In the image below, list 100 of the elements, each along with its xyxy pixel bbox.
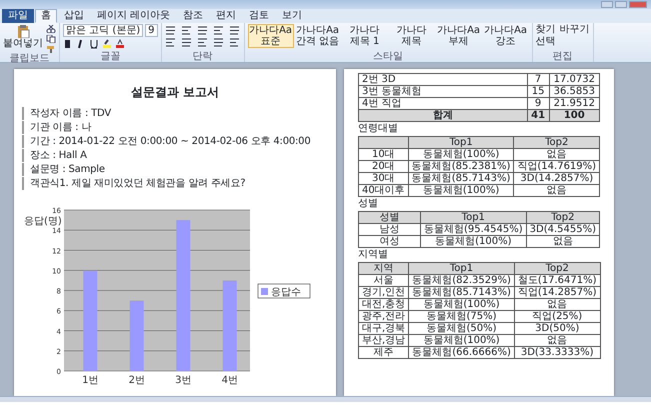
style-option[interactable]: 가나다 제목 bbox=[388, 24, 435, 48]
table-cell: 여성 bbox=[358, 236, 420, 248]
table-cell: 3D(33.3333%) bbox=[514, 346, 600, 358]
column-header: 지역 bbox=[358, 262, 409, 274]
table-cell: 동물체험(50%) bbox=[408, 322, 514, 334]
column-header: Top2 bbox=[514, 136, 600, 148]
editing-button[interactable]: 찾기 bbox=[536, 24, 556, 35]
table-cell: 3D(50%) bbox=[514, 322, 600, 334]
table-cell: 10대 bbox=[358, 148, 408, 160]
ribbon-tab[interactable]: 페이지 레이아웃 bbox=[91, 9, 176, 23]
table-cell: 없음 bbox=[526, 236, 600, 248]
column-header: 성별 bbox=[358, 212, 420, 224]
column-header: 합계 bbox=[358, 110, 528, 122]
table-cell: 동물체험(85.7143%) bbox=[408, 286, 514, 298]
table-cell: 대전,충청 bbox=[358, 298, 409, 310]
editing-button[interactable]: 바꾸기 bbox=[560, 24, 590, 35]
legend-label: 응답수 bbox=[271, 287, 301, 298]
table-cell: 없음 bbox=[514, 334, 600, 346]
category-label: 4번 bbox=[222, 375, 238, 386]
table-cell: 20대 bbox=[358, 160, 408, 172]
table-cell: 3D(14.2857%) bbox=[514, 172, 600, 184]
bullet-line: 기간 : 2014-01-22 오전 0:00:00 ~ 2014-02-06 오후 4:00:00 bbox=[22, 135, 311, 148]
column-header: 100 bbox=[549, 110, 600, 122]
justify-icon[interactable] bbox=[212, 38, 224, 47]
group-label: 단락 bbox=[192, 51, 214, 62]
copy-icon[interactable] bbox=[46, 35, 56, 43]
legend: 응답수 bbox=[258, 284, 310, 298]
category-label: 2번 bbox=[128, 375, 145, 386]
table-cell: 30대 bbox=[358, 172, 408, 184]
table-cell: 서울 bbox=[358, 274, 409, 286]
bullet-line: 설문명 : Sample bbox=[22, 163, 105, 176]
ribbon-tab[interactable]: 검토 bbox=[243, 9, 276, 23]
section-label: 성별 bbox=[358, 198, 379, 210]
table-cell: 17.0732 bbox=[549, 74, 600, 86]
table-cell: 3번 동물체험 bbox=[358, 86, 528, 98]
section-label: 연령대별 bbox=[358, 123, 399, 135]
table-cell: 동물체험(85.7143%) bbox=[408, 172, 514, 184]
table-cell: 동물체험(82.3529%) bbox=[408, 274, 514, 286]
section-label: 지역별 bbox=[358, 249, 389, 261]
table-cell: 15 bbox=[527, 86, 550, 98]
highlight-icon[interactable] bbox=[102, 39, 112, 49]
table-cell: 제주 bbox=[358, 346, 409, 358]
table-cell: 동물체험(95.4545%) bbox=[420, 224, 526, 236]
table-cell: 동물체험(75%) bbox=[408, 310, 514, 322]
bullet-line: 장소 : Hall A bbox=[22, 149, 87, 162]
table-cell: 직업(14.2857%) bbox=[514, 286, 600, 298]
table-cell: 없음 bbox=[514, 298, 600, 310]
style-option[interactable]: 가나다 제목 1 bbox=[342, 24, 388, 48]
table-cell: 광주,전라 bbox=[358, 310, 409, 322]
group-label: 스타일 bbox=[372, 51, 404, 62]
table-cell: 동물체험(66.6666%) bbox=[408, 346, 514, 358]
font-size-field[interactable]: 9 bbox=[145, 24, 158, 37]
style-option[interactable]: 가나다Aa 표준 bbox=[248, 24, 294, 48]
table-cell: 부산,경남 bbox=[358, 334, 409, 346]
bullet-line: 기관 이름 : 나 bbox=[22, 121, 92, 134]
underline-icon[interactable] bbox=[89, 39, 99, 49]
style-option[interactable]: 가나다Aa 강조 bbox=[482, 24, 529, 48]
bar bbox=[130, 300, 144, 371]
table-cell: 없음 bbox=[514, 184, 600, 196]
category-label: 3번 bbox=[175, 375, 192, 386]
table-cell: 동물체험(100%) bbox=[408, 184, 514, 196]
font-color-icon[interactable] bbox=[115, 39, 125, 49]
table-cell: 직업(14.7619%) bbox=[514, 160, 600, 172]
align-right-icon[interactable] bbox=[196, 38, 208, 47]
paste-icon[interactable] bbox=[16, 24, 30, 38]
style-option[interactable]: 가나다Aa 부제 bbox=[436, 24, 482, 48]
ribbon-tab[interactable]: 파일 bbox=[2, 9, 34, 23]
table-cell: 대구,경북 bbox=[358, 322, 409, 334]
table-cell: 동물체험(100%) bbox=[408, 334, 514, 346]
table-cell: 경기,인천 bbox=[358, 286, 409, 298]
group-label: 편집 bbox=[552, 51, 574, 62]
table-cell: 7 bbox=[527, 74, 550, 86]
ribbon-tab[interactable]: 홈 bbox=[35, 9, 57, 23]
table-cell: 철도(17.6471%) bbox=[514, 274, 600, 286]
editing-button[interactable]: 선택 bbox=[536, 36, 556, 47]
document-title: 설문결과 보고서 bbox=[130, 84, 220, 101]
ribbon-tab[interactable]: 참조 bbox=[177, 9, 210, 23]
table-cell: 남성 bbox=[358, 224, 420, 236]
cut-icon[interactable] bbox=[46, 25, 56, 33]
font-name-field[interactable]: 맑은 고딕 (본문) bbox=[63, 24, 144, 37]
table-cell: 3D(4.5455%) bbox=[526, 224, 600, 236]
column-header: Top1 bbox=[408, 262, 514, 274]
align-left-icon[interactable] bbox=[164, 38, 176, 47]
style-option[interactable]: 가나다Aa 간격 없음 bbox=[294, 24, 341, 48]
group-label: 글꼴 bbox=[99, 51, 122, 62]
group-label: 클립보드 bbox=[8, 53, 50, 64]
table-cell: 직업(25%) bbox=[514, 310, 600, 322]
align-center-icon[interactable] bbox=[180, 38, 192, 47]
table-cell: 2번 3D bbox=[358, 74, 528, 86]
ribbon-tab[interactable]: 삽입 bbox=[58, 9, 90, 23]
table-cell: 40대이후 bbox=[358, 184, 408, 196]
column-header: Top1 bbox=[408, 136, 514, 148]
bullet-line: 작성자 이름 : TDV bbox=[22, 107, 111, 120]
paste-button[interactable]: 붙여넣기 bbox=[3, 38, 43, 49]
table-cell: 동물체험(100%) bbox=[408, 148, 514, 160]
category-label: 1번 bbox=[82, 375, 98, 386]
table-cell: 동물체험(100%) bbox=[420, 236, 526, 248]
ribbon-tab[interactable]: 편지 bbox=[210, 9, 242, 23]
ribbon-tab[interactable]: 보기 bbox=[276, 9, 308, 23]
table-cell: 동물체험(85.2381%) bbox=[408, 160, 514, 172]
